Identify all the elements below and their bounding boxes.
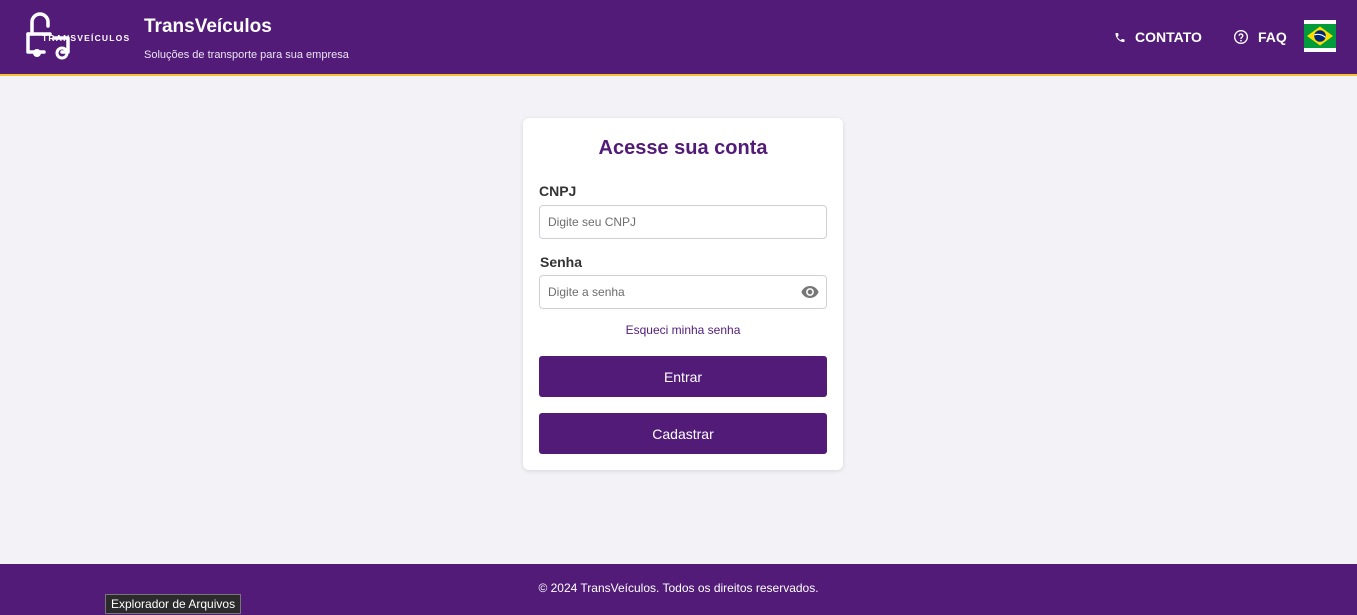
brazil-flag-icon xyxy=(1304,20,1336,52)
company-logo[interactable]: TRANSVEÍCULOS xyxy=(24,12,134,62)
nav-faq-label: FAQ xyxy=(1258,29,1287,45)
login-title: Acesse sua conta xyxy=(598,137,768,159)
nav-contato-label: CONTATO xyxy=(1135,29,1202,45)
phone-icon xyxy=(1115,32,1125,42)
language-flag-brazil[interactable] xyxy=(1304,20,1336,52)
register-button[interactable]: Cadastrar xyxy=(539,413,827,454)
nav-contato-link[interactable]: CONTATO xyxy=(1114,27,1202,47)
cnpj-input[interactable] xyxy=(540,206,826,238)
footer-copyright: © 2024 TransVeículos. Todos os direitos … xyxy=(538,581,819,595)
senha-label: Senha xyxy=(540,254,583,270)
taskbar-tooltip: Explorador de Arquivos xyxy=(105,594,242,614)
show-password-toggle[interactable] xyxy=(801,285,819,299)
nav-faq-link[interactable]: FAQ xyxy=(1233,27,1287,47)
senha-input[interactable] xyxy=(540,276,826,308)
question-circle-icon xyxy=(1234,30,1248,44)
logo-text: TRANSVEÍCULOS xyxy=(42,33,130,43)
top-header: TRANSVEÍCULOS TransVeículos Soluções de … xyxy=(0,0,1357,76)
brand-title: TransVeículos xyxy=(144,16,272,37)
login-card: Acesse sua conta CNPJ Senha Esqueci minh… xyxy=(523,118,843,470)
forgot-password-link[interactable]: Esqueci minha senha xyxy=(523,323,843,337)
truck-logo-icon: TRANSVEÍCULOS xyxy=(26,12,130,60)
login-button[interactable]: Entrar xyxy=(539,356,827,397)
senha-field-wrapper xyxy=(539,275,827,309)
cnpj-field-wrapper xyxy=(539,205,827,239)
eye-icon xyxy=(801,286,819,298)
brand-subtitle: Soluções de transporte para sua empresa xyxy=(144,49,349,61)
cnpj-label: CNPJ xyxy=(539,183,577,199)
